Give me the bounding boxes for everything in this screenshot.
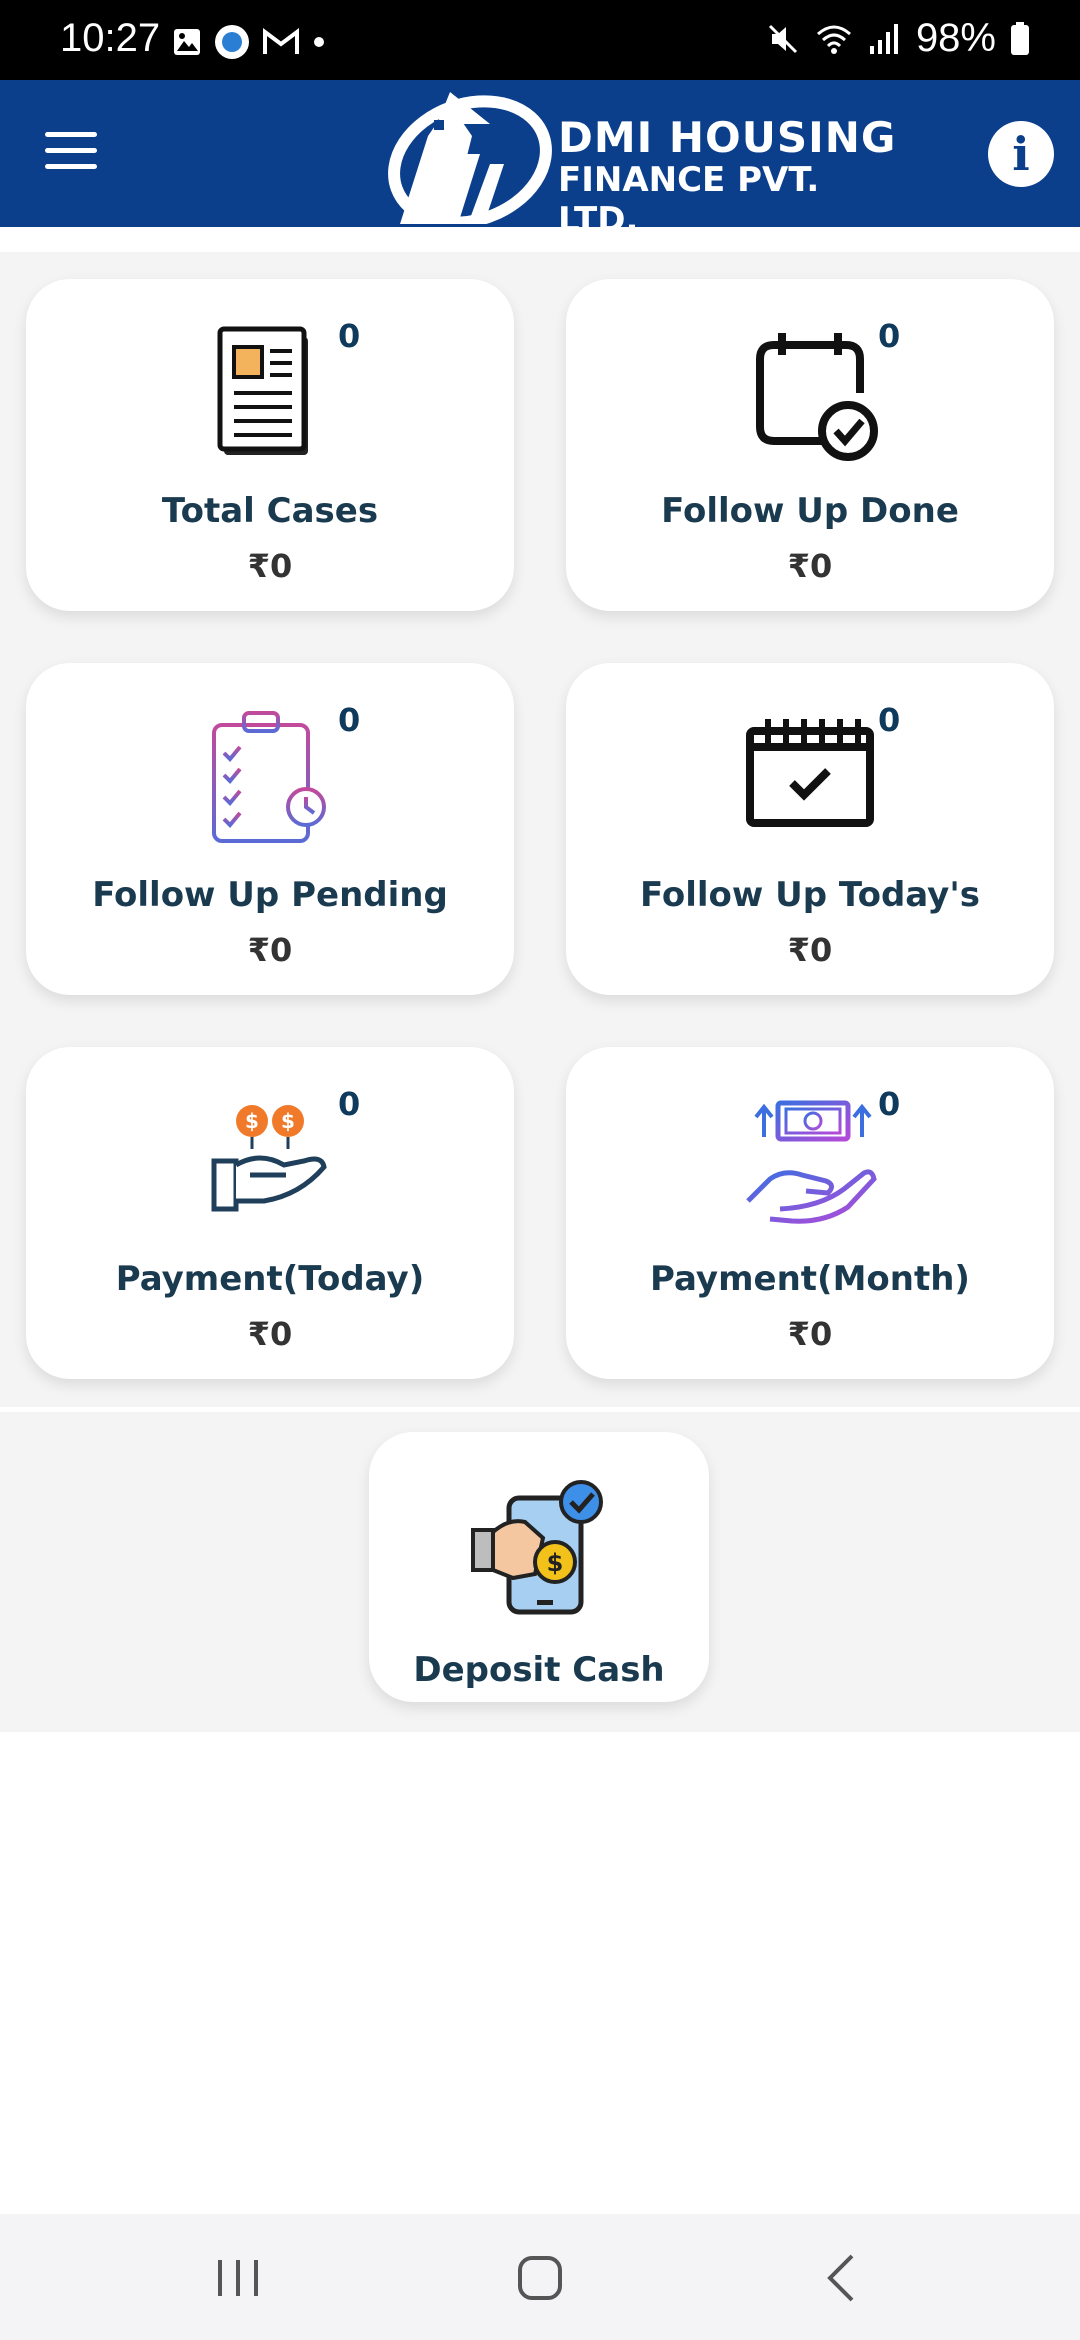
card-follow-up-pending[interactable]: 0 Follow Up Pending ₹0	[26, 663, 514, 995]
clipboard-clock-icon	[212, 711, 326, 843]
card-label: Total Cases	[161, 491, 379, 531]
status-time: 10:27	[60, 16, 161, 60]
back-icon[interactable]	[812, 2250, 872, 2306]
phone-payment-icon: $	[471, 1480, 603, 1615]
hand-coins-icon: $ $	[211, 1105, 327, 1212]
brand-name: DMI HOUSING FINANCE PVT. LTD.	[558, 113, 900, 241]
status-right: 98%	[766, 16, 1030, 61]
status-bar: 10:27 98%	[0, 0, 1080, 80]
card-amount: ₹0	[787, 931, 833, 969]
card-amount: ₹0	[787, 1315, 833, 1353]
card-label: Follow Up Done	[661, 491, 959, 531]
card-total-cases[interactable]: 0 Total Cases ₹0	[26, 279, 514, 611]
document-icon	[217, 326, 308, 455]
app-icon	[215, 25, 249, 59]
wifi-icon	[816, 25, 851, 54]
card-count: 0	[338, 1085, 361, 1123]
card-count: 0	[878, 1085, 901, 1123]
svg-text:$: $	[245, 1109, 259, 1133]
brand-line2: FINANCE PVT. LTD.	[558, 160, 820, 240]
calendar-check-icon	[756, 333, 878, 461]
card-amount: ₹0	[787, 547, 833, 585]
system-nav-bar	[0, 2214, 1080, 2340]
card-label: Deposit Cash	[413, 1650, 665, 1690]
card-follow-up-done[interactable]: 0 Follow Up Done ₹0	[566, 279, 1054, 611]
hamburger-icon[interactable]	[45, 132, 97, 174]
brand-logo: DMI HOUSING FINANCE PVT. LTD.	[380, 84, 900, 240]
card-amount: ₹0	[247, 547, 293, 585]
card-payment-today[interactable]: 0 $ $ Payment(Today) ₹0	[26, 1047, 514, 1379]
app-header: DMI HOUSING FINANCE PVT. LTD. i	[0, 80, 1080, 240]
home-icon[interactable]	[510, 2250, 570, 2306]
battery-percent: 98%	[915, 16, 996, 60]
brand-line1: DMI HOUSING	[558, 113, 897, 162]
gmail-icon	[263, 28, 299, 54]
mute-icon	[768, 24, 797, 53]
card-count: 0	[878, 317, 901, 355]
logo-icon	[388, 92, 552, 224]
dot-icon	[314, 37, 324, 47]
card-label: Payment(Today)	[115, 1259, 425, 1299]
info-icon[interactable]: i	[988, 121, 1054, 187]
card-label: Follow Up Pending	[92, 875, 448, 915]
battery-icon	[1011, 21, 1029, 55]
hand-cash-icon	[746, 1100, 877, 1224]
card-payment-month[interactable]: 0 Payment(Month) ₹0	[566, 1047, 1054, 1379]
gallery-icon	[174, 29, 200, 55]
notification-icons	[172, 24, 326, 60]
card-label: Payment(Month)	[650, 1259, 970, 1299]
card-count: 0	[878, 701, 901, 739]
card-amount: ₹0	[247, 931, 293, 969]
svg-text:$: $	[281, 1109, 295, 1133]
calendar-tick-icon	[746, 719, 874, 827]
card-deposit-cash[interactable]: $ Deposit Cash	[369, 1432, 709, 1702]
svg-text:$: $	[547, 1549, 564, 1577]
card-label: Follow Up Today's	[640, 875, 980, 915]
card-amount: ₹0	[247, 1315, 293, 1353]
recents-icon[interactable]	[208, 2250, 268, 2306]
signal-icon	[869, 23, 898, 54]
card-count: 0	[338, 317, 361, 355]
card-follow-up-todays[interactable]: 0 Follow Up Today's ₹0	[566, 663, 1054, 995]
card-count: 0	[338, 701, 361, 739]
